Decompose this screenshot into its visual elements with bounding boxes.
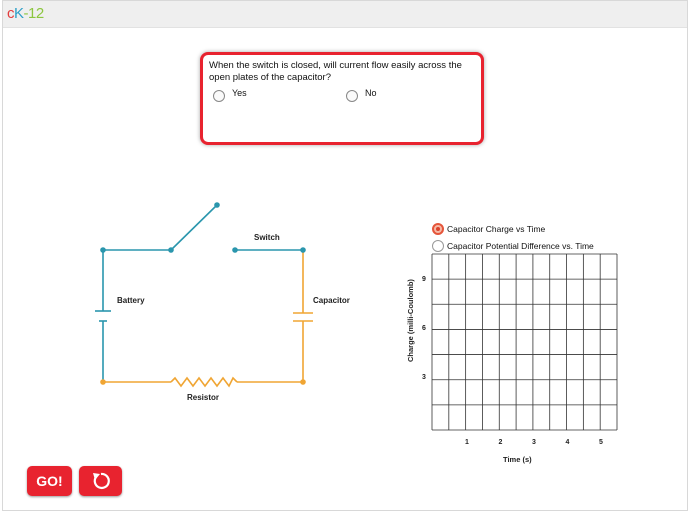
switch-label: Switch [254, 233, 280, 242]
teal-wires [102, 204, 303, 382]
potential-radio[interactable] [432, 240, 444, 252]
resistor-zigzag [170, 376, 238, 388]
x-tick-label: 2 [499, 439, 503, 446]
resistor-label: Resistor [187, 393, 219, 402]
y-tick-label: 9 [422, 276, 426, 283]
potential-option-label: Capacitor Potential Difference vs. Time [447, 241, 594, 251]
y-tick-label: 6 [422, 325, 426, 332]
circuit-nodes [100, 202, 306, 385]
graph-x-axis-label: Time (s) [503, 455, 532, 464]
capacitor-symbol [293, 312, 313, 322]
switch-handle [214, 202, 220, 208]
reset-button[interactable] [79, 466, 122, 496]
x-tick-label: 1 [465, 439, 469, 446]
capacitor-label: Capacitor [313, 296, 350, 305]
battery-symbol [95, 310, 111, 322]
charge-radio[interactable] [432, 223, 444, 235]
graph-y-axis-label: Charge (milli-Coulomb) [406, 279, 415, 362]
go-button[interactable]: GO! [27, 466, 72, 496]
charge-option-label: Capacitor Charge vs Time [447, 224, 546, 234]
x-tick-label: 3 [532, 439, 536, 446]
graph-option-charge[interactable]: Capacitor Charge vs Time [432, 223, 545, 235]
orange-wires [103, 250, 304, 388]
switch-lever [170, 204, 218, 251]
graph-grid [431, 253, 618, 431]
graph-y-ticks: 9 6 3 [422, 276, 426, 381]
graph-x-ticks: 1 2 3 4 5 [465, 439, 603, 446]
graph-option-potential[interactable]: Capacitor Potential Difference vs. Time [432, 240, 594, 252]
x-tick-label: 5 [599, 439, 603, 446]
reset-icon [92, 472, 110, 490]
circuit-diagram: Switch Battery Capacitor Resistor 9 6 3 1 2… [95, 202, 618, 464]
battery-label: Battery [117, 296, 145, 305]
x-tick-label: 4 [566, 439, 570, 446]
y-tick-label: 3 [422, 374, 426, 381]
